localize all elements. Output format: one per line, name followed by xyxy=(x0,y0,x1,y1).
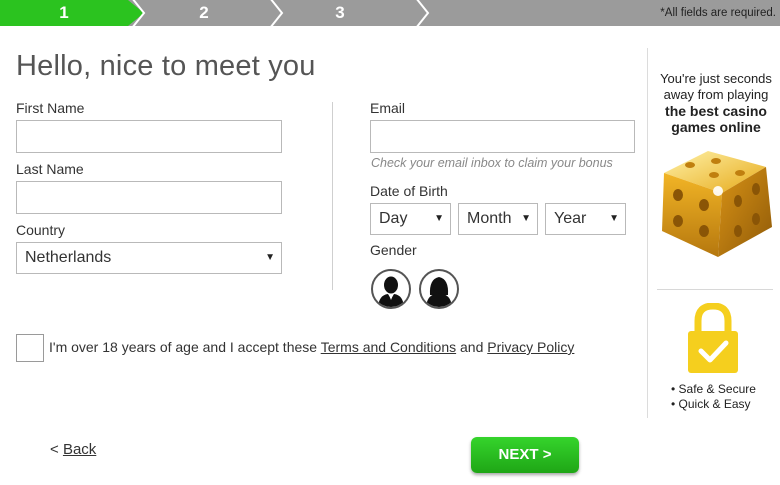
back-arrow: < xyxy=(50,441,59,458)
chevron-down-icon: ▼ xyxy=(609,213,619,224)
required-fields-note: *All fields are required. xyxy=(660,7,776,19)
progress-step-3-label: 3 xyxy=(335,3,345,22)
gold-dice-icon xyxy=(662,151,772,257)
country-select[interactable]: Netherlands ▼ xyxy=(16,242,282,274)
gender-female-button[interactable] xyxy=(419,269,459,309)
chevron-down-icon: ▼ xyxy=(521,213,531,224)
progress-step-1: 1 xyxy=(0,0,128,26)
first-name-label: First Name xyxy=(16,100,85,116)
terms-prefix: I'm over 18 years of age and I accept th… xyxy=(49,339,318,355)
promo-bullets: • Safe & Secure • Quick & Easy xyxy=(671,382,756,412)
progress-step-2-label: 2 xyxy=(199,3,209,22)
back-link[interactable]: Back xyxy=(63,441,96,458)
male-silhouette-icon xyxy=(378,276,404,307)
age-terms-checkbox[interactable] xyxy=(16,334,44,362)
next-button[interactable]: NEXT > xyxy=(471,437,579,473)
promo-panel-divider xyxy=(647,48,648,418)
progress-step-2: 2 xyxy=(146,0,262,26)
progress-step-1-label: 1 xyxy=(59,3,69,22)
country-label: Country xyxy=(16,222,66,238)
dob-day-select[interactable]: Day ▼ xyxy=(370,203,451,235)
terms-text: I'm over 18 years of age and I accept th… xyxy=(49,339,574,355)
promo-text: You're just seconds away from playing th… xyxy=(655,71,777,135)
email-label: Email xyxy=(370,100,406,116)
bullet-quick: • Quick & Easy xyxy=(671,397,751,411)
first-name-input[interactable] xyxy=(16,120,282,153)
dob-year-value: Year xyxy=(554,210,587,227)
step-separator-3 xyxy=(416,0,430,26)
dob-month-value: Month xyxy=(467,210,512,227)
dob-month-select[interactable]: Month ▼ xyxy=(458,203,538,235)
dob-day-value: Day xyxy=(379,210,408,227)
terms-and: and xyxy=(460,339,484,355)
email-input[interactable] xyxy=(370,120,635,153)
chevron-down-icon: ▼ xyxy=(434,213,444,224)
promo-line-1: You're just seconds away from playing xyxy=(660,71,772,102)
promo-panel-rule xyxy=(657,289,773,290)
last-name-input[interactable] xyxy=(16,181,282,214)
progress-step-3: 3 xyxy=(282,0,398,26)
gender-male-button[interactable] xyxy=(371,269,411,309)
page-title: Hello, nice to meet you xyxy=(16,50,316,82)
progress-bar: 1 2 3 *All fields are required. xyxy=(0,0,780,26)
last-name-label: Last Name xyxy=(16,161,84,177)
dob-year-select[interactable]: Year ▼ xyxy=(545,203,626,235)
terms-link[interactable]: Terms and Conditions xyxy=(321,339,456,355)
dob-label: Date of Birth xyxy=(370,183,448,199)
padlock-check-icon xyxy=(688,303,738,373)
column-divider xyxy=(332,102,333,290)
female-silhouette-icon xyxy=(426,277,452,307)
bullet-safe: • Safe & Secure xyxy=(671,382,756,396)
promo-line-2: the best casino games online xyxy=(665,103,767,135)
privacy-link[interactable]: Privacy Policy xyxy=(487,339,574,355)
gender-label: Gender xyxy=(370,242,417,258)
country-select-value: Netherlands xyxy=(25,249,112,266)
email-hint: Check your email inbox to claim your bon… xyxy=(371,156,613,170)
chevron-down-icon: ▼ xyxy=(265,252,275,263)
back-nav: < Back xyxy=(50,441,96,458)
